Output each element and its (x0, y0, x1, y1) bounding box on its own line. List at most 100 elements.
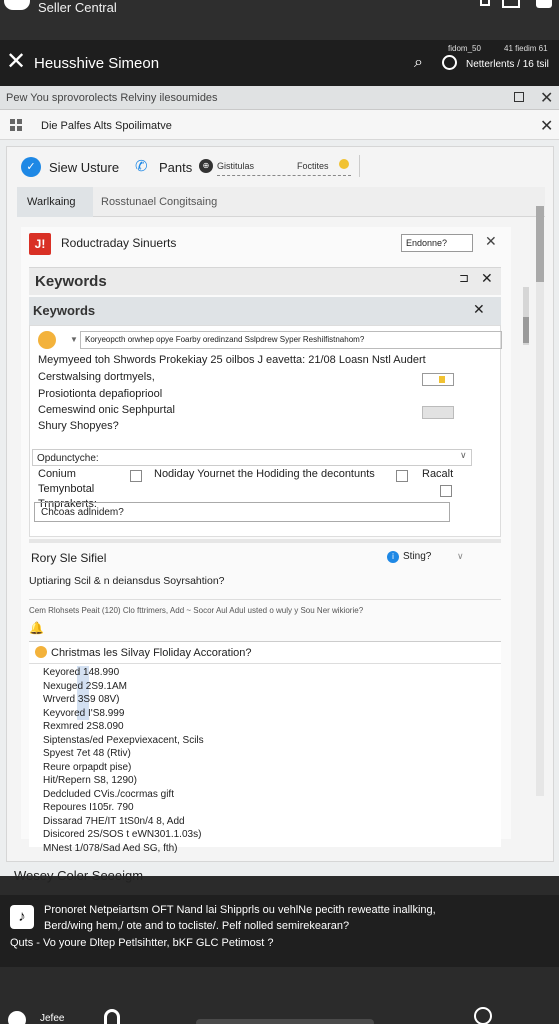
option-label-4: Temynbotal (38, 483, 95, 495)
bottom-label: Wesey Coler Seeeigm (14, 868, 144, 883)
keyword-line-1: Meymyeed toh Shwords Prokekiay 25 oilbos… (38, 354, 426, 366)
divider (29, 539, 501, 543)
list-item[interactable]: Repoures I105r. 790 (43, 801, 483, 815)
bell-row: 🔔 (29, 619, 45, 637)
nav-field-right: Foctites (297, 161, 329, 171)
list-item[interactable]: Hit/Repern S8, 1290) (43, 774, 483, 788)
list-item[interactable]: Disicored 2S/SOS t eWN301.1.03s) (43, 828, 483, 842)
checkbox-extra[interactable] (440, 485, 452, 497)
meta-left: fidom_50 (448, 44, 481, 53)
checkbox-holiday[interactable] (130, 470, 142, 482)
bell-icon[interactable]: 🔔 (29, 621, 44, 635)
nav-item-pants[interactable]: Pants (159, 160, 192, 175)
keywords-sub-close-icon[interactable]: ✕ (473, 301, 485, 318)
keyword-line-4: Cemeswind onic Sephpurtal (38, 404, 175, 416)
emoji-icon (35, 646, 47, 658)
alert-text: Roductraday Sinuerts (61, 236, 177, 250)
product-type-select[interactable]: Opdunctyche: (32, 449, 472, 466)
tab-active[interactable]: Die Palfes Alts Spoilimatve (41, 120, 172, 132)
keywords-header: Keywords ⊐ ✕ (29, 267, 501, 295)
notification-line-2: Berd/wing hem,/ ote and to tocliste/. Pe… (44, 920, 350, 932)
minimize-icon[interactable]: ⊐ (459, 271, 469, 285)
scrollbar-thumb[interactable] (536, 206, 544, 282)
keywords-body: ▼ Koryeopcth orwhep opye Foarby oredinza… (29, 325, 502, 537)
option-label-3: Racalt (422, 468, 454, 480)
bag-icon[interactable] (104, 1009, 120, 1024)
bird-icon[interactable]: ✓ (21, 157, 41, 177)
list-item[interactable]: Dissarad 7HE/IT 1tS0n/4 8, Add (43, 815, 483, 829)
status-bar: Seller Central (0, 0, 559, 40)
list-header: Christmas les Silvay Floliday Accoration… (29, 642, 501, 664)
battery-icon (536, 0, 552, 8)
tab-working[interactable]: Warlkaing (17, 187, 93, 217)
rs-row: Rory Sle Sifiel i Sting? ∨ (29, 545, 469, 569)
tab-bar: Die Palfes Alts Spoilimatve ✕ (0, 110, 559, 140)
music-icon[interactable]: ♪ (10, 905, 34, 929)
nav-field[interactable]: Gistitulas Foctites (217, 156, 351, 176)
rs-right-label[interactable]: Sting? (403, 551, 431, 562)
list-title: Christmas les Silvay Floliday Accoration… (51, 647, 252, 659)
list-item[interactable]: Spyest 7et 48 (Rtiv) (43, 747, 483, 761)
list-item[interactable]: Keyvored I'S8.999 (43, 707, 483, 721)
inner-scrollbar-thumb[interactable] (523, 317, 529, 343)
apps-grid-icon[interactable] (10, 119, 22, 131)
column-header-row: Cem Rlohsets Peait (120) Clo fttrimers, … (29, 599, 501, 617)
app-name: Heusshive Simeon (34, 55, 160, 72)
home-icon[interactable] (8, 1011, 26, 1024)
keyword-line-5: Shury Shopyes? (38, 420, 119, 432)
url-bar[interactable]: Pew You sprovorolects Relviny ilesoumide… (0, 86, 559, 110)
download-icon (480, 0, 490, 6)
restore-icon[interactable] (514, 92, 524, 102)
gray-field[interactable] (422, 406, 454, 419)
list-item[interactable]: Rexmred 2S8.090 (43, 720, 483, 734)
tab-close-icon[interactable]: ✕ (540, 116, 553, 136)
clock-icon[interactable] (442, 55, 457, 70)
nav-row: ✓ Siew Usture ✆ Pants ⊕ Gistitulas Focti… (17, 155, 547, 181)
app-bar: ✕ Heusshive Simeon fidom_50 41 fiedim 61… (0, 40, 559, 86)
info-icon[interactable]: i (387, 551, 399, 563)
close-icon[interactable]: ✕ (540, 88, 553, 108)
chevron-down-icon[interactable]: ∨ (457, 551, 464, 562)
chevron-down-icon[interactable]: ▼ (70, 335, 78, 344)
option-label-2: Nodiday Yournet the Hodiding the decontu… (154, 468, 375, 480)
toggle-switch[interactable] (422, 373, 454, 386)
list-item[interactable]: Nexuged 2S9.1AM (43, 680, 483, 694)
alert-dropdown-button[interactable]: Endonne? (401, 234, 473, 252)
meta-right: 41 fiedim 61 (504, 44, 548, 53)
list-item[interactable]: Wrverd 3S9 08V) (43, 693, 483, 707)
option-label-1: Conium (38, 468, 76, 480)
clock-icon[interactable] (474, 1007, 492, 1024)
list-item[interactable]: Siptenstas/ed Pexepviexacent, Scils (43, 734, 483, 748)
keywords-title: Keywords (35, 273, 107, 290)
list-items: Keyored 148.990 Nexuged 2S9.1AM Wrverd 3… (43, 666, 483, 855)
alert-close-icon[interactable]: ✕ (485, 233, 497, 250)
list-item[interactable]: Dedcluded CVis./cocrmas gift (43, 788, 483, 802)
list-item[interactable]: Keyored 148.990 (43, 666, 483, 680)
keyword-line-2: Cerstwalsing dortmyels, (38, 371, 155, 383)
keyword-input[interactable]: Chcoas adlnidem? (34, 502, 450, 522)
status-dot-icon (339, 159, 349, 169)
keywords-close-icon[interactable]: ✕ (481, 270, 493, 287)
app-logo-icon[interactable]: ✕ (6, 50, 26, 74)
url-text[interactable]: Pew You sprovorolects Relviny ilesoumide… (6, 92, 218, 104)
home-indicator[interactable] (196, 1019, 374, 1024)
tab-other[interactable]: Rosstunael Congitsaing (101, 196, 217, 208)
phone-icon[interactable]: ✆ (135, 157, 148, 175)
account-label[interactable]: Netterlents / 16 tsil (466, 59, 549, 70)
notification-line-3[interactable]: Quts - Vo youre Dltep Petlsihtter, bKF G… (10, 937, 274, 949)
chip-icon[interactable]: ⊕ (199, 159, 213, 173)
alert-row: J! Roductraday Sinuerts Endonne? ✕ (21, 227, 511, 261)
scrollbar-track[interactable] (536, 206, 544, 796)
search-icon[interactable]: ⌕ (414, 54, 423, 72)
emoji-icon (38, 331, 56, 349)
chevron-down-icon[interactable]: ∨ (460, 450, 467, 461)
footer-label: Jefee (40, 1013, 65, 1024)
keyword-select[interactable]: Koryeopcth orwhep opye Foarby oredinzand… (80, 331, 502, 349)
list-item[interactable]: MNest 1/078/Sad Aed SG, fth) (43, 842, 483, 856)
alert-badge-icon: J! (29, 233, 51, 255)
nav-item-view[interactable]: Siew Usture (49, 160, 119, 175)
footer-bar: Jefee (0, 967, 559, 1024)
list-item[interactable]: Reure orpapdt pise) (43, 761, 483, 775)
divider (359, 155, 360, 177)
checkbox-result[interactable] (396, 470, 408, 482)
